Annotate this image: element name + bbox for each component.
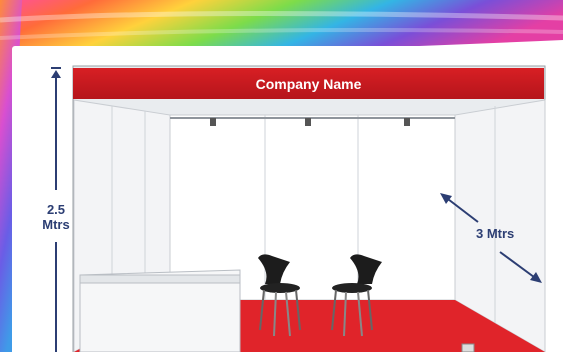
spotlight-icon bbox=[305, 118, 311, 126]
height-dimension-label: 2.5 Mtrs bbox=[34, 202, 78, 232]
depth-dimension-label: 3 Mtrs bbox=[476, 226, 546, 241]
spotlight-icon bbox=[210, 118, 216, 126]
company-name-label: Company Name bbox=[255, 75, 362, 92]
height-unit: Mtrs bbox=[42, 217, 70, 232]
booth-illustration bbox=[51, 65, 546, 352]
spotlight-icon bbox=[404, 118, 410, 126]
height-value: 2.5 bbox=[46, 202, 66, 217]
company-name-fascia: Company Name bbox=[73, 68, 544, 99]
depth-value: 3 Mtrs bbox=[476, 226, 515, 241]
reception-counter bbox=[79, 269, 241, 352]
power-socket-icon bbox=[461, 343, 475, 352]
